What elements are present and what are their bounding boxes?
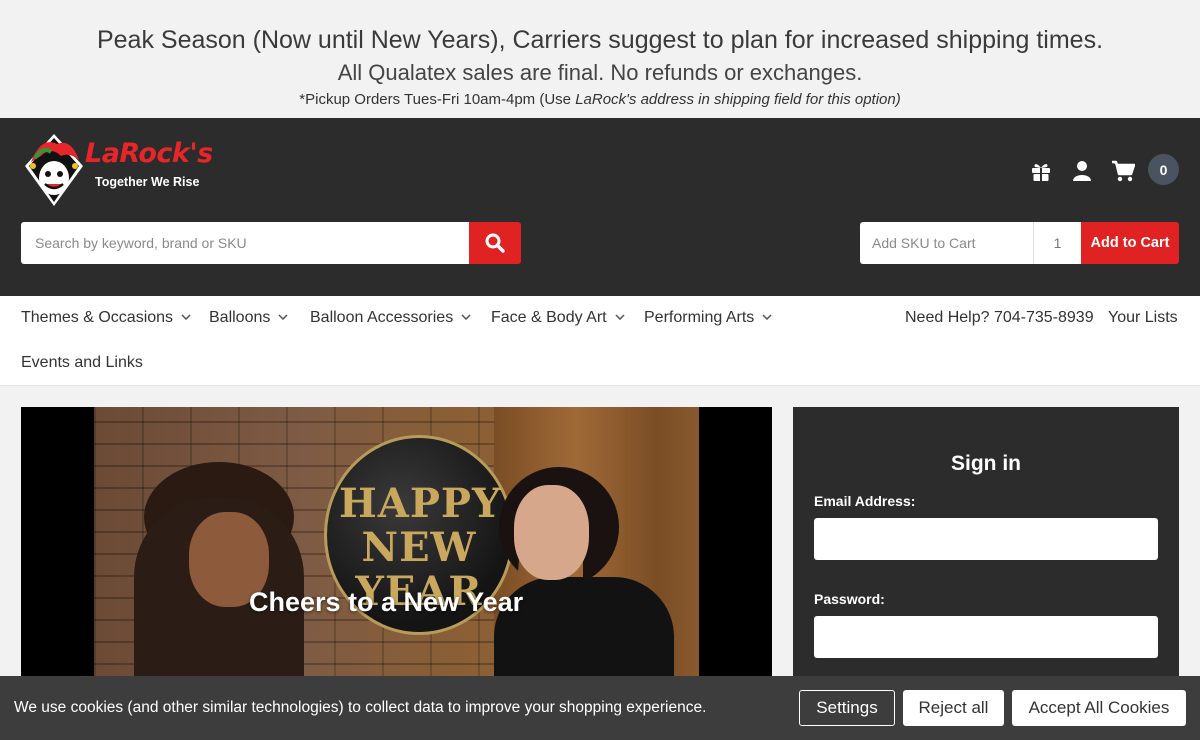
pickup-italic-text: LaRock's address in shipping field for t… [575,91,901,108]
search-button[interactable] [469,222,521,264]
chevron-down-icon [615,307,625,325]
cart-icon[interactable] [1108,156,1138,186]
chevron-down-icon [762,307,772,325]
nav-balloon-accessories[interactable]: Balloon Accessories [310,309,471,327]
cookie-consent-bar: We use cookies (and other similar techno… [0,676,1200,740]
nav-label: Performing Arts [644,309,755,327]
brand-name: LaRock's [85,138,213,169]
reject-all-button[interactable]: Reject all [903,690,1004,726]
gift-icon[interactable] [1026,156,1056,186]
announcement-peak-season: Peak Season (Now until New Years), Carri… [96,26,1104,54]
announcement-qualatex: All Qualatex sales are final. No refunds… [337,60,863,85]
jester-logo-icon [25,134,83,206]
nav-label: Balloon Accessories [310,309,454,327]
pickup-text: *Pickup Orders Tues-Fri 10am-4pm (Use [299,91,576,108]
nav-label: Themes & Occasions [21,309,174,327]
password-field[interactable] [814,616,1158,658]
nav-label: Face & Body Art [491,309,607,327]
signin-title: Sign in [951,452,1021,475]
nav-balloons[interactable]: Balloons [209,309,288,327]
sku-input[interactable] [860,222,1033,264]
your-lists-link[interactable]: Your Lists [1108,309,1178,327]
cart-count-badge[interactable]: 0 [1148,154,1179,185]
hero-caption: Cheers to a New Year [249,587,524,617]
quantity-input[interactable] [1033,222,1081,264]
site-header: LaRock's Together We Rise [0,118,1200,296]
cookie-message: We use cookies (and other similar techno… [14,699,707,716]
nav-performing-arts[interactable]: Performing Arts [644,309,772,327]
add-to-cart-button[interactable]: Add to Cart [1081,222,1179,264]
nav-face-body-art[interactable]: Face & Body Art [491,309,625,327]
password-label: Password: [814,591,885,607]
hero-image: HAPPY NEW YEAR [94,407,699,687]
chevron-down-icon [181,307,191,325]
sku-add-form: Add to Cart [860,222,1179,264]
announcement-bar: Peak Season (Now until New Years), Carri… [0,0,1200,118]
user-icon[interactable] [1067,156,1097,186]
search-bar [21,222,521,264]
chevron-down-icon [461,307,471,325]
hero-banner[interactable]: HAPPY NEW YEAR Cheers to a New Year [21,407,772,687]
accept-all-cookies-button[interactable]: Accept All Cookies [1012,690,1186,726]
brand-tagline: Together We Rise [95,175,200,189]
email-label: Email Address: [814,493,916,509]
signin-panel: Sign in Email Address: Password: [793,407,1179,687]
cookie-settings-button[interactable]: Settings [799,690,895,726]
nav-label: Balloons [209,309,271,327]
need-help-phone-link[interactable]: Need Help? 704-735-8939 [905,309,1094,327]
search-input[interactable] [21,222,469,264]
nav-events-links[interactable]: Events and Links [21,354,143,372]
chevron-down-icon [278,307,288,325]
search-icon [485,233,505,253]
main-navigation: Themes & Occasions Balloons Balloon Acce… [0,296,1200,386]
site-logo[interactable]: LaRock's Together We Rise [21,132,231,208]
nav-themes-occasions[interactable]: Themes & Occasions [21,309,191,327]
email-field[interactable] [814,518,1158,560]
announcement-pickup: *Pickup Orders Tues-Fri 10am-4pm (Use La… [0,91,1200,109]
